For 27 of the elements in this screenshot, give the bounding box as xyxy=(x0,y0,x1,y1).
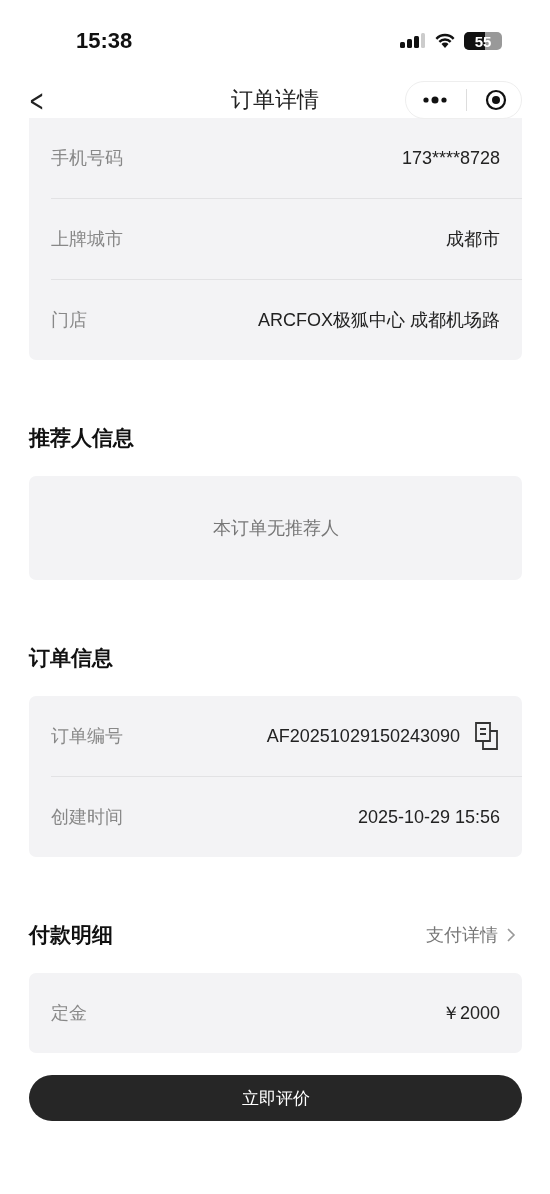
page-title: 订单详情 xyxy=(231,86,319,114)
field-label: 订单编号 xyxy=(51,724,124,748)
field-label: 创建时间 xyxy=(51,805,124,829)
field-value: AF20251029150243090 xyxy=(266,725,460,747)
more-icon[interactable] xyxy=(422,96,448,104)
rate-button[interactable]: 立即评价 xyxy=(29,1075,522,1121)
section-title: 推荐人信息 xyxy=(29,425,134,452)
wifi-icon xyxy=(434,33,456,49)
field-label: 手机号码 xyxy=(51,146,124,170)
payment-details-link[interactable]: 支付详情 xyxy=(426,923,522,947)
field-label: 上牌城市 xyxy=(51,227,124,251)
empty-message: 本订单无推荐人 xyxy=(211,516,340,540)
chevron-icon xyxy=(506,927,516,943)
field-value: 2025-10-29 15:56 xyxy=(357,806,500,828)
status-time: 15:38 xyxy=(76,28,133,54)
field-value: ￥2000 xyxy=(441,1002,500,1025)
field-label: 定金 xyxy=(51,1001,88,1025)
field-value: ARCFOX极狐中心 成都机场路 xyxy=(258,309,500,332)
section-title: 付款明细 xyxy=(29,922,113,949)
copy-icon[interactable] xyxy=(474,721,500,751)
close-icon[interactable] xyxy=(485,89,507,111)
field-value: 成都市 xyxy=(446,228,500,251)
back-button[interactable]: < xyxy=(24,82,49,118)
field-label: 门店 xyxy=(51,308,88,332)
field-value: 173****8728 xyxy=(401,147,500,169)
section-title: 订单信息 xyxy=(29,645,113,672)
signal-icon xyxy=(400,33,426,49)
